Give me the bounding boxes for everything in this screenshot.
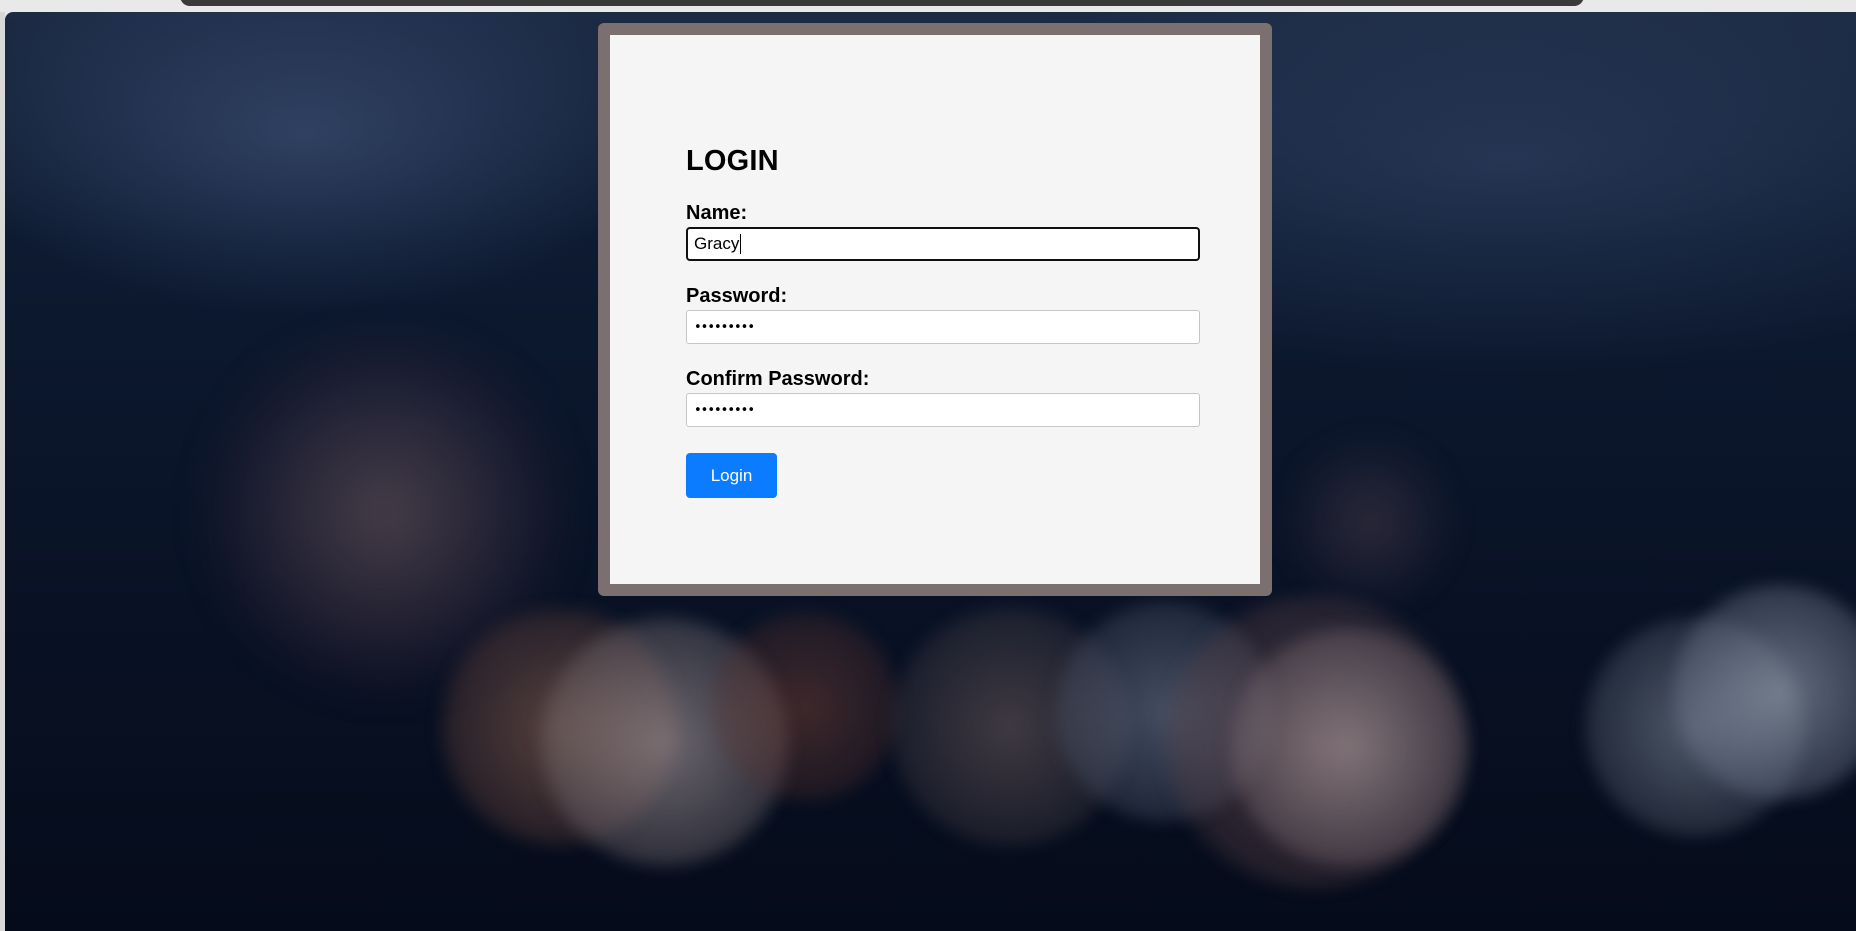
name-input[interactable]: Gracy	[686, 227, 1200, 261]
bokeh-light	[705, 607, 905, 807]
bokeh-light	[1280, 432, 1460, 612]
confirm-password-label: Confirm Password:	[686, 368, 870, 390]
name-label: Name:	[686, 202, 748, 224]
password-input[interactable]: •••••••••	[686, 310, 1200, 344]
name-input-value: Gracy	[694, 234, 740, 253]
confirm-password-input-value: •••••••••	[694, 402, 755, 418]
password-label: Password:	[686, 285, 788, 307]
confirm-password-input[interactable]: •••••••••	[686, 393, 1200, 427]
password-input-value: •••••••••	[694, 319, 755, 335]
login-card-frame: LOGIN Name: Gracy Password: ••••••••• Co…	[598, 23, 1272, 596]
bokeh-light	[1225, 622, 1475, 872]
login-button[interactable]: Login	[686, 453, 777, 498]
login-title: LOGIN	[686, 145, 779, 177]
browser-tab-edge	[180, 0, 1584, 6]
login-card: LOGIN Name: Gracy Password: ••••••••• Co…	[610, 35, 1260, 584]
text-cursor	[740, 234, 742, 254]
